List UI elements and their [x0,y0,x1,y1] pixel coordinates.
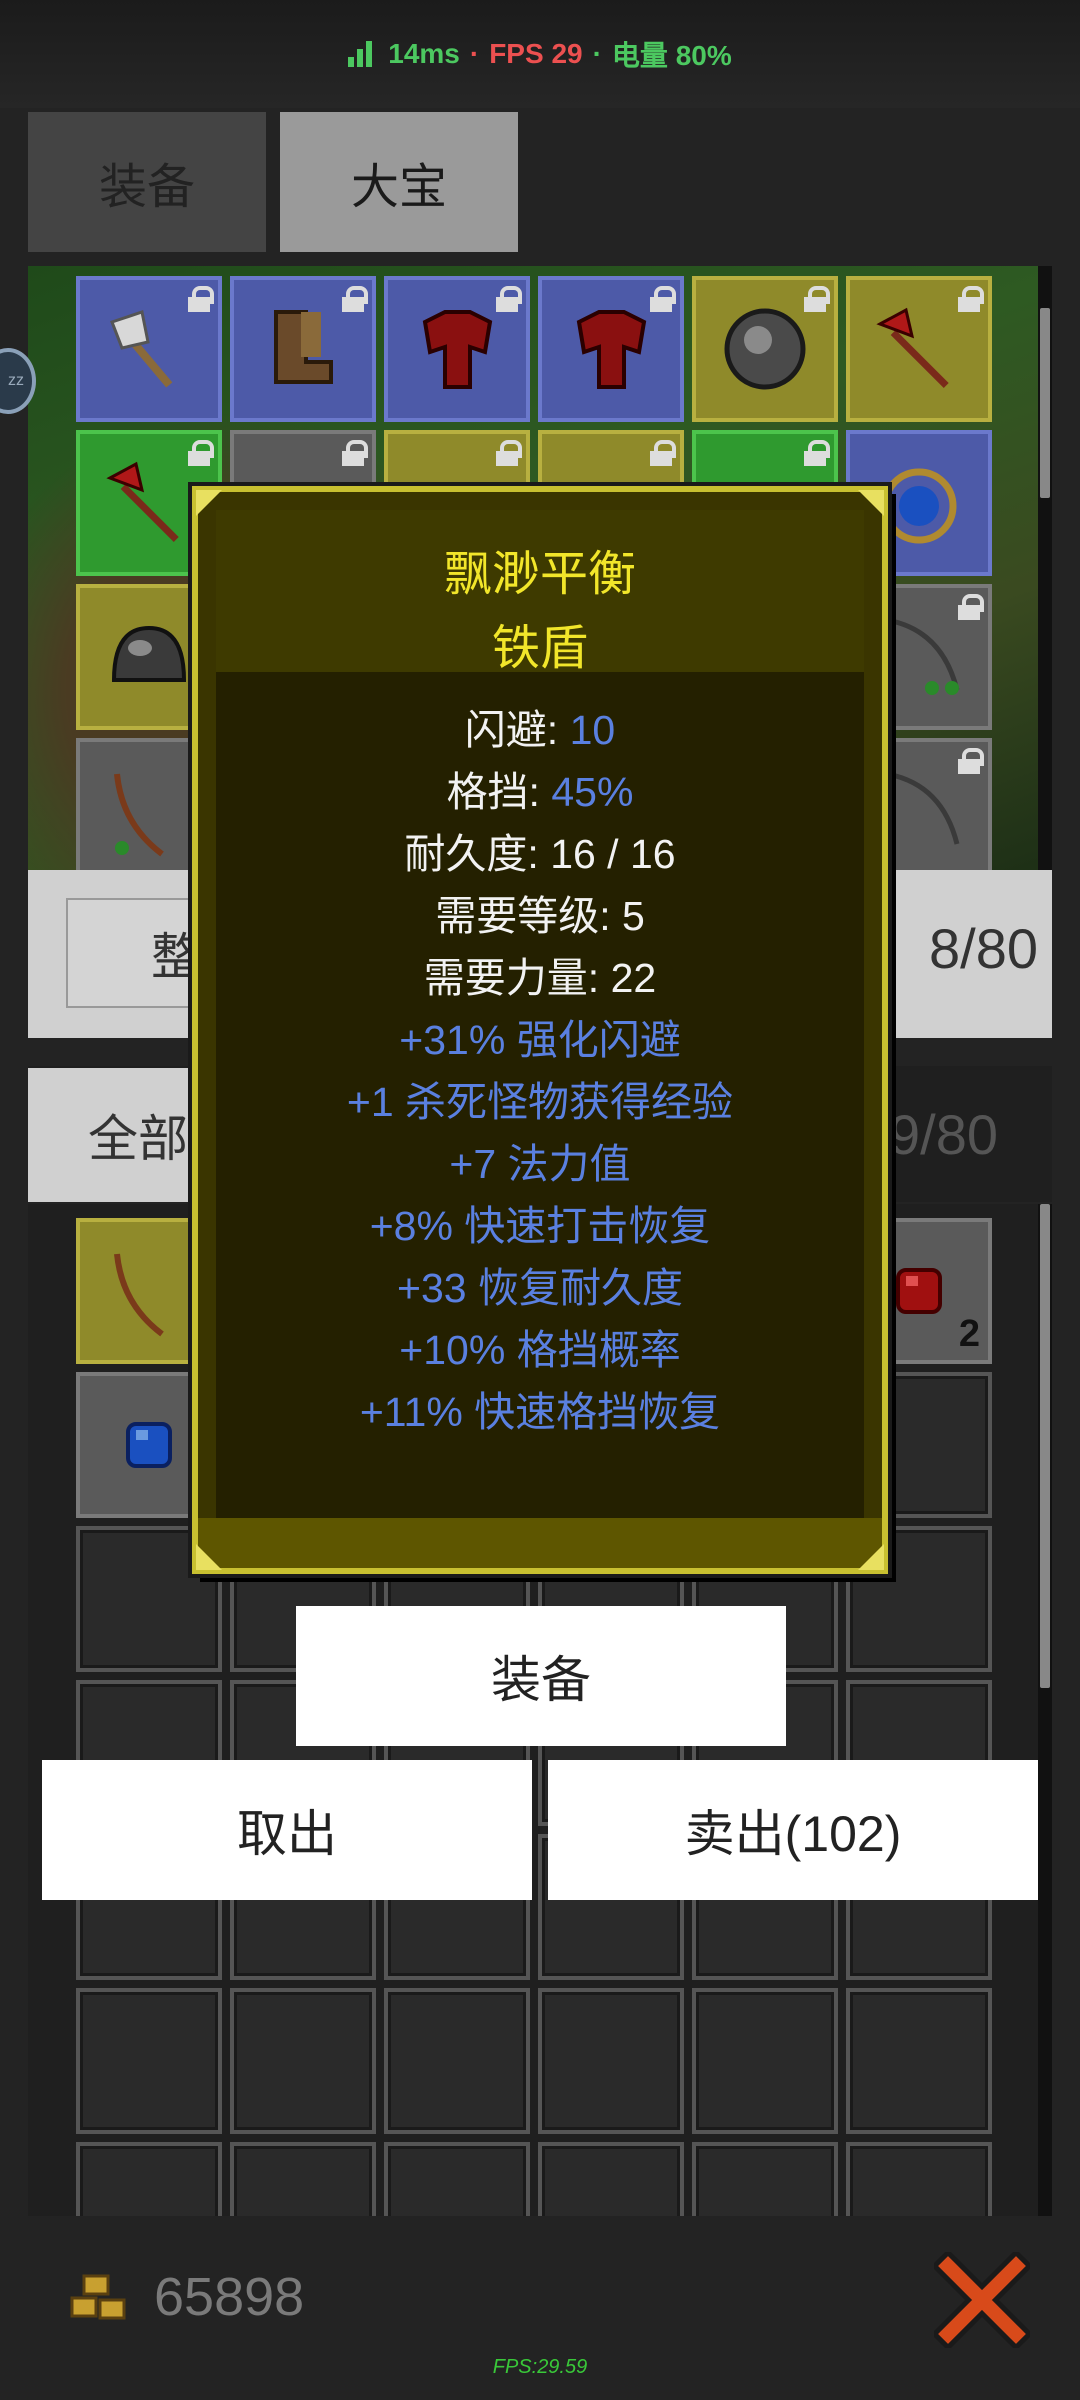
item-slot[interactable] [692,276,838,422]
item-slot[interactable] [384,1988,530,2134]
lock-icon [342,440,368,466]
bow-icon [114,1253,164,1337]
tooltip-footer [198,1518,882,1568]
item-slot[interactable] [538,2142,684,2216]
status-bar: 14ms · FPS 29 · 电量 80% [0,0,1080,108]
round-shield-icon [724,308,806,390]
tab-equipment[interactable]: 装备 [28,112,266,252]
affix: +7 法力值 [449,1141,631,1187]
item-slot[interactable] [230,1988,376,2134]
item-slot[interactable] [538,276,684,422]
item-slot[interactable] [230,2142,376,2216]
close-icon[interactable] [934,2252,1030,2348]
lock-icon [650,286,676,312]
item-slot[interactable] [692,1988,838,2134]
item-type: 铁盾 [491,622,588,675]
polearm-icon [106,461,179,542]
blue-gem-icon [126,1422,172,1468]
lock-icon [958,286,984,312]
lock-icon [188,440,214,466]
armor-icon [576,310,647,389]
bow-icon [114,773,164,857]
bag-capacity: 9/80 [889,1103,998,1166]
item-slot[interactable] [384,276,530,422]
item-slot[interactable] [538,1988,684,2134]
battery-text: 电量 80% [611,40,732,71]
axe-icon [110,310,173,388]
gold-icon [70,2274,126,2320]
take-out-button[interactable]: 取出 [42,1760,532,1900]
item-slot[interactable] [692,2142,838,2216]
signal-icon [348,41,373,67]
equip-button[interactable]: 装备 [296,1606,786,1746]
polearm-icon [876,307,949,388]
item-tooltip: 飘渺平衡 铁盾 闪避: 10 格挡: 45% 耐久度: 16 / 16 需要等级… [192,486,888,1574]
affix: +33 恢复耐久度 [397,1265,683,1311]
affix: +1 杀死怪物获得经验 [346,1079,734,1125]
stat-block: 格挡: 45% [446,769,634,815]
lock-icon [650,440,676,466]
lock-icon [958,748,984,774]
stat-required-strength: 需要力量: 22 [423,955,657,1001]
storage-capacity: 8/80 [929,917,1038,980]
item-slot[interactable] [846,1988,992,2134]
fps-text: FPS 29 [489,38,583,69]
lock-icon [342,286,368,312]
boots-icon [274,310,333,384]
lock-icon [804,440,830,466]
item-slot[interactable] [230,276,376,422]
affix: +8% 快速打击恢复 [369,1203,711,1249]
stat-dodge: 闪避: 10 [464,707,616,753]
lock-icon [958,594,984,620]
scrollbar-thumb[interactable] [1040,1204,1050,1688]
separator: · [592,38,602,69]
lock-icon [804,286,830,312]
affix: +11% 快速格挡恢复 [359,1389,721,1435]
gold-amount: 65898 [154,2267,305,2327]
separator: · [469,38,480,69]
item-slot[interactable] [846,276,992,422]
item-prefix: 飘渺平衡 [443,548,636,601]
item-slot[interactable] [76,276,222,422]
stat-durability: 耐久度: 16 / 16 [404,831,676,877]
ping-text: 14ms [388,38,460,69]
lock-icon [188,286,214,312]
lock-icon [496,440,522,466]
stack-count: 2 [958,1313,980,1355]
item-slot[interactable] [76,1988,222,2134]
sell-button[interactable]: 卖出(102) [548,1760,1038,1900]
helmet-icon [111,625,187,682]
armor-icon [422,310,493,389]
stat-required-level: 需要等级: 5 [435,893,645,939]
item-slot[interactable] [846,2142,992,2216]
item-slot[interactable] [76,2142,222,2216]
scrollbar-thumb[interactable] [1040,308,1050,498]
affix: +10% 格挡概率 [399,1327,681,1373]
affix: +31% 强化闪避 [399,1017,681,1063]
tab-dabao[interactable]: 大宝 [280,112,518,252]
fps-debug: FPS:29.59 [492,2356,588,2378]
lock-icon [496,286,522,312]
item-slot[interactable] [384,2142,530,2216]
